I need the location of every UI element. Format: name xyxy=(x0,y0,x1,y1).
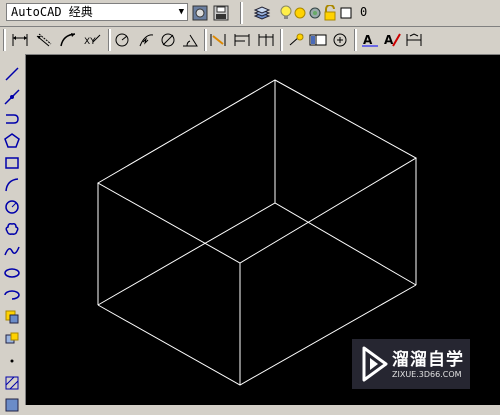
draw-toolbar xyxy=(0,54,26,412)
baseline-dimension-icon[interactable] xyxy=(232,30,252,50)
top-toolbar: AutoCAD 经典 ▼ 0 xyxy=(0,0,500,27)
polygon-icon[interactable] xyxy=(2,131,22,151)
polyline-icon[interactable] xyxy=(2,109,22,129)
line-icon[interactable] xyxy=(2,64,22,84)
quick-dimension-icon[interactable] xyxy=(208,30,228,50)
workspace-settings-icon[interactable] xyxy=(190,3,210,23)
dimension-toolbar: XY A A ISO-25 xyxy=(0,27,500,76)
svg-text:A: A xyxy=(363,33,373,47)
layer-color-swatch-icon[interactable] xyxy=(336,3,356,23)
arc-length-icon[interactable] xyxy=(58,30,78,50)
aligned-dimension-icon[interactable] xyxy=(34,30,54,50)
box-bottom-back xyxy=(97,202,417,306)
revision-cloud-icon[interactable] xyxy=(2,219,22,239)
linear-dimension-icon[interactable] xyxy=(10,30,30,50)
ellipse-arc-icon[interactable] xyxy=(2,285,22,305)
workspace-dropdown[interactable]: AutoCAD 经典 ▼ xyxy=(6,3,188,21)
watermark-title: 溜溜自学 xyxy=(392,350,464,370)
dimension-edit-icon[interactable]: A xyxy=(360,30,380,50)
jogged-dimension-icon[interactable] xyxy=(136,30,156,50)
angular-dimension-icon[interactable] xyxy=(180,30,200,50)
tolerance-icon[interactable] xyxy=(308,30,328,50)
spline-icon[interactable] xyxy=(2,241,22,261)
construction-line-icon[interactable] xyxy=(2,87,22,107)
rectangle-icon[interactable] xyxy=(2,153,22,173)
workspace-label: AutoCAD 经典 xyxy=(11,5,93,19)
circle-icon[interactable] xyxy=(2,197,22,217)
point-icon[interactable] xyxy=(2,351,22,371)
ellipse-icon[interactable] xyxy=(2,263,22,283)
chevron-down-icon[interactable]: ▼ xyxy=(179,4,184,20)
quick-leader-icon[interactable] xyxy=(286,30,306,50)
diameter-dimension-icon[interactable] xyxy=(158,30,178,50)
layer-properties-icon[interactable] xyxy=(252,3,272,23)
gradient-icon[interactable] xyxy=(2,395,22,415)
ordinate-dimension-icon[interactable]: XY xyxy=(82,30,102,50)
save-workspace-icon[interactable] xyxy=(211,3,231,23)
toolbar-separator xyxy=(204,29,207,51)
box-top-face xyxy=(96,79,418,264)
insert-block-icon[interactable] xyxy=(2,307,22,327)
toolbar-separator xyxy=(280,29,283,51)
layer-name[interactable]: 0 xyxy=(360,5,367,19)
radius-dimension-icon[interactable] xyxy=(112,30,132,50)
toolbar-grip xyxy=(3,29,6,51)
hatch-icon[interactable] xyxy=(2,373,22,393)
center-mark-icon[interactable] xyxy=(330,30,350,50)
toolbar-separator xyxy=(108,29,111,51)
toolbar-separator xyxy=(240,2,243,24)
dimension-update-icon[interactable] xyxy=(404,30,424,50)
arc-icon[interactable] xyxy=(2,175,22,195)
watermark-url: ZIXUE.3D66.COM xyxy=(392,370,462,379)
svg-text:XY: XY xyxy=(84,37,96,47)
dimension-text-edit-icon[interactable]: A xyxy=(382,30,402,50)
toolbar-separator xyxy=(354,29,357,51)
play-logo-icon xyxy=(362,346,388,382)
continue-dimension-icon[interactable] xyxy=(256,30,276,50)
watermark: 溜溜自学 ZIXUE.3D66.COM xyxy=(352,339,470,389)
make-block-icon[interactable] xyxy=(2,329,22,349)
